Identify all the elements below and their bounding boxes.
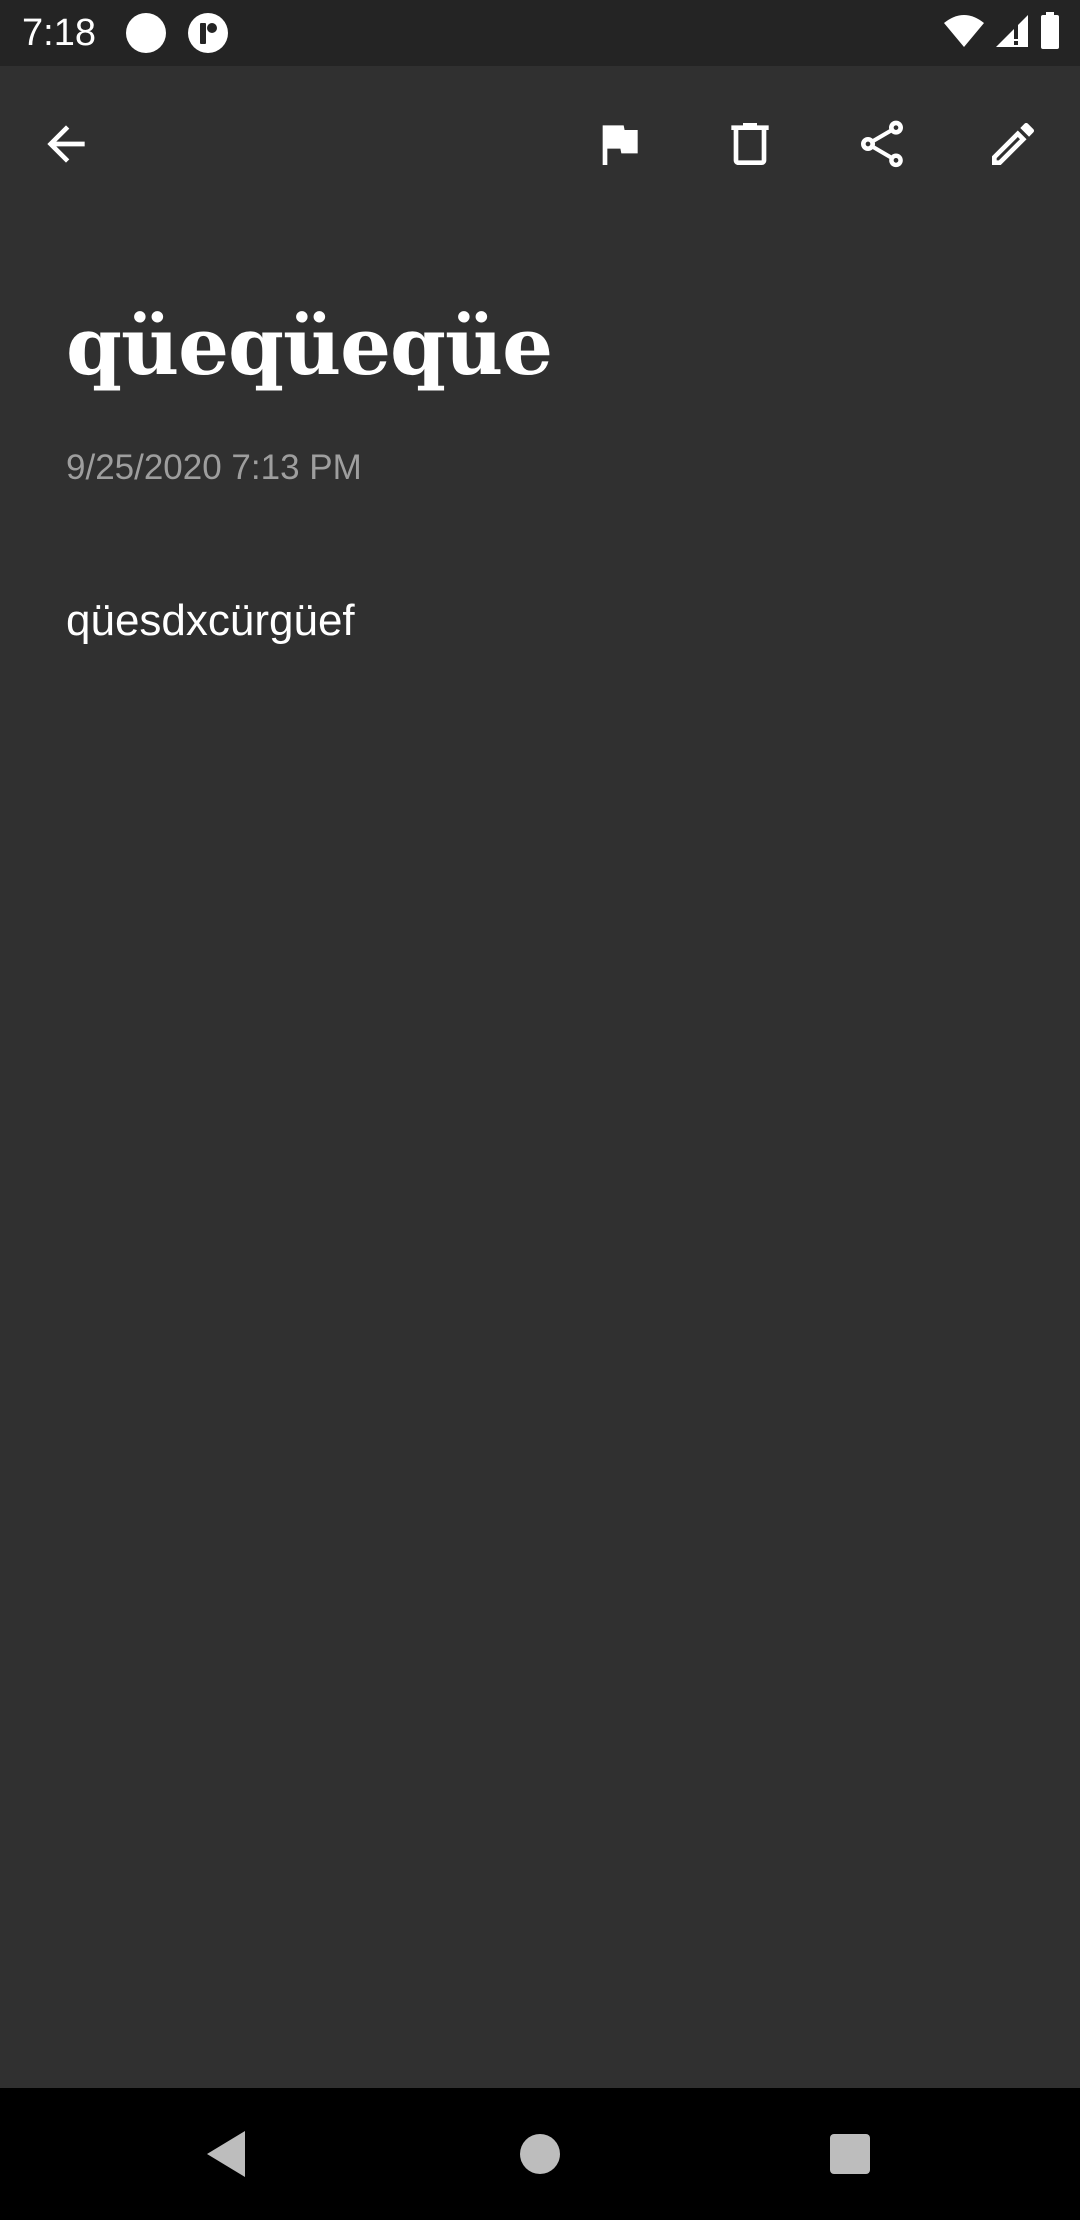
share-icon (861, 120, 903, 168)
nav-recents-button[interactable] (810, 2114, 890, 2194)
note-detail-screen: 7:18 qüeqüeqüe 9/25/2020 7:13 PM qüesdxc… (0, 0, 1080, 2220)
edit-pencil-icon (992, 123, 1035, 165)
nav-home-button[interactable] (500, 2114, 580, 2194)
status-icons (942, 11, 1062, 56)
back-button[interactable] (26, 104, 106, 184)
cell-signal-icon (994, 11, 1030, 56)
note-body: qüesdxcürgüef (66, 596, 355, 645)
app-bar (0, 66, 1080, 222)
status-time: 7:18 (22, 12, 96, 54)
system-nav-bar (0, 2088, 1080, 2220)
delete-button[interactable] (710, 104, 790, 184)
delete-icon (731, 123, 769, 165)
edit-button[interactable] (973, 104, 1053, 184)
status-bar: 7:18 (0, 0, 1080, 66)
flag-icon (602, 125, 638, 165)
notification-dot-icon (126, 13, 166, 53)
note-date: 9/25/2020 7:13 PM (66, 448, 362, 487)
app-notification-icon (188, 13, 228, 53)
nav-back-icon (207, 2131, 245, 2177)
nav-home-icon (520, 2134, 560, 2174)
nav-recents-icon (830, 2134, 870, 2174)
nav-back-button[interactable] (186, 2114, 266, 2194)
note-title: qüeqüeqüe (66, 299, 553, 393)
wifi-icon (942, 11, 986, 56)
share-button[interactable] (842, 104, 922, 184)
flag-button[interactable] (579, 104, 659, 184)
back-arrow-icon (47, 125, 85, 163)
battery-icon (1038, 11, 1062, 56)
